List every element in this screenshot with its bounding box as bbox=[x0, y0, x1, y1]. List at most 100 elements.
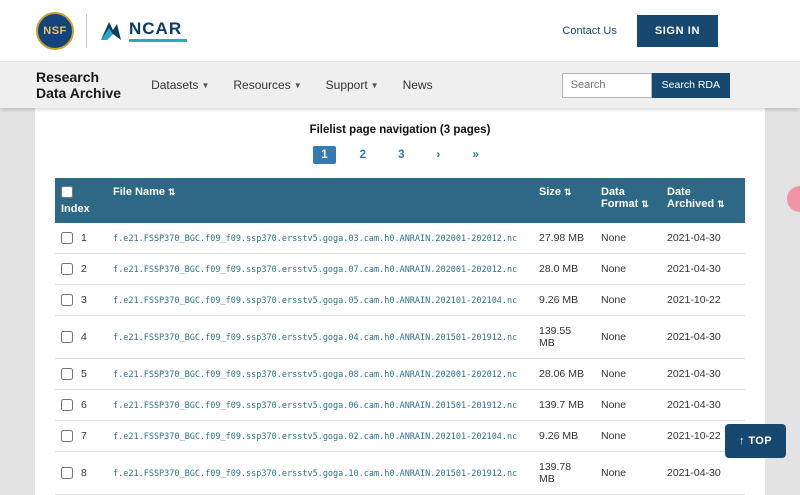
row-checkbox[interactable] bbox=[61, 399, 73, 411]
row-index: 8 bbox=[81, 467, 87, 479]
index-cell: 6 bbox=[55, 390, 107, 421]
table-row: 3 f.e21.FSSP370_BGC.f09_f09.ssp370.ersst… bbox=[55, 285, 745, 316]
row-checkbox[interactable] bbox=[61, 263, 73, 275]
table-row: 1 f.e21.FSSP370_BGC.f09_f09.ssp370.ersst… bbox=[55, 223, 745, 254]
ncar-logo-label: NCAR bbox=[129, 20, 187, 37]
file-link[interactable]: f.e21.FSSP370_BGC.f09_f09.ssp370.ersstv5… bbox=[113, 469, 517, 479]
back-to-top-button[interactable]: ↑ TOP bbox=[725, 424, 786, 458]
file-name-cell: f.e21.FSSP370_BGC.f09_f09.ssp370.ersstv5… bbox=[107, 390, 533, 421]
file-name-cell: f.e21.FSSP370_BGC.f09_f09.ssp370.ersstv5… bbox=[107, 421, 533, 452]
row-index: 1 bbox=[81, 232, 87, 244]
header-data-format[interactable]: Data Format⇅ bbox=[595, 178, 661, 223]
row-checkbox[interactable] bbox=[61, 294, 73, 306]
size-cell: 28.0 MB bbox=[533, 254, 595, 285]
file-link[interactable]: f.e21.FSSP370_BGC.f09_f09.ssp370.ersstv5… bbox=[113, 432, 517, 442]
row-index: 2 bbox=[81, 263, 87, 275]
sign-in-button[interactable]: SIGN IN bbox=[637, 15, 718, 47]
row-checkbox[interactable] bbox=[61, 331, 73, 343]
main-navbar: Research Data Archive Datasets▼ Resource… bbox=[0, 62, 800, 108]
search-input[interactable] bbox=[562, 73, 652, 98]
file-link[interactable]: f.e21.FSSP370_BGC.f09_f09.ssp370.ersstv5… bbox=[113, 265, 517, 275]
filelist-card: Filelist page navigation (3 pages) 1 2 3… bbox=[35, 108, 765, 495]
nav-item-datasets[interactable]: Datasets▼ bbox=[151, 78, 209, 92]
nsf-logo-label: NSF bbox=[43, 25, 67, 37]
index-cell: 4 bbox=[55, 316, 107, 359]
date-cell: 2021-04-30 bbox=[661, 316, 745, 359]
size-cell: 9.26 MB bbox=[533, 421, 595, 452]
ncar-logo: NCAR bbox=[99, 20, 187, 42]
size-cell: 139.78 MB bbox=[533, 452, 595, 495]
size-cell: 139.55 MB bbox=[533, 316, 595, 359]
format-cell: None bbox=[595, 223, 661, 254]
file-name-cell: f.e21.FSSP370_BGC.f09_f09.ssp370.ersstv5… bbox=[107, 285, 533, 316]
page-button-2[interactable]: 2 bbox=[352, 146, 374, 164]
row-index: 3 bbox=[81, 294, 87, 306]
contact-us-link[interactable]: Contact Us bbox=[562, 25, 616, 37]
table-row: 2 f.e21.FSSP370_BGC.f09_f09.ssp370.ersst… bbox=[55, 254, 745, 285]
file-name-cell: f.e21.FSSP370_BGC.f09_f09.ssp370.ersstv5… bbox=[107, 254, 533, 285]
row-checkbox[interactable] bbox=[61, 368, 73, 380]
file-name-cell: f.e21.FSSP370_BGC.f09_f09.ssp370.ersstv5… bbox=[107, 359, 533, 390]
search-rda-button[interactable]: Search RDA bbox=[652, 73, 730, 98]
chevron-down-icon: ▼ bbox=[201, 81, 209, 90]
index-cell: 1 bbox=[55, 223, 107, 254]
header-date-archived[interactable]: Date Archived⇅ bbox=[661, 178, 745, 223]
header-file-name[interactable]: File Name⇅ bbox=[107, 178, 533, 223]
top-header: NSF NCAR Contact Us SIGN IN bbox=[0, 0, 800, 62]
table-row: 8 f.e21.FSSP370_BGC.f09_f09.ssp370.ersst… bbox=[55, 452, 745, 495]
ncar-swoosh-icon bbox=[99, 20, 123, 42]
page-button-3[interactable]: 3 bbox=[390, 146, 412, 164]
row-index: 4 bbox=[81, 331, 87, 343]
site-title-line2: Data Archive bbox=[36, 85, 121, 101]
sort-icon[interactable]: ⇅ bbox=[717, 199, 725, 209]
size-cell: 27.98 MB bbox=[533, 223, 595, 254]
pagination: 1 2 3 › » bbox=[55, 146, 745, 164]
nav-item-resources[interactable]: Resources▼ bbox=[233, 78, 301, 92]
main-content: Filelist page navigation (3 pages) 1 2 3… bbox=[0, 108, 800, 495]
index-cell: 8 bbox=[55, 452, 107, 495]
row-checkbox[interactable] bbox=[61, 430, 73, 442]
format-cell: None bbox=[595, 390, 661, 421]
row-checkbox[interactable] bbox=[61, 232, 73, 244]
sort-icon[interactable]: ⇅ bbox=[564, 187, 572, 197]
file-name-cell: f.e21.FSSP370_BGC.f09_f09.ssp370.ersstv5… bbox=[107, 316, 533, 359]
site-title[interactable]: Research Data Archive bbox=[36, 69, 121, 101]
format-cell: None bbox=[595, 316, 661, 359]
select-all-checkbox[interactable] bbox=[61, 186, 73, 198]
file-link[interactable]: f.e21.FSSP370_BGC.f09_f09.ssp370.ersstv5… bbox=[113, 370, 517, 380]
file-link[interactable]: f.e21.FSSP370_BGC.f09_f09.ssp370.ersstv5… bbox=[113, 296, 517, 306]
file-link[interactable]: f.e21.FSSP370_BGC.f09_f09.ssp370.ersstv5… bbox=[113, 401, 517, 411]
format-cell: None bbox=[595, 452, 661, 495]
sort-icon[interactable]: ⇅ bbox=[641, 199, 649, 209]
date-cell: 2021-04-30 bbox=[661, 359, 745, 390]
file-link[interactable]: f.e21.FSSP370_BGC.f09_f09.ssp370.ersstv5… bbox=[113, 234, 517, 244]
site-title-line1: Research bbox=[36, 69, 121, 85]
nav-item-support[interactable]: Support▼ bbox=[326, 78, 379, 92]
table-row: 5 f.e21.FSSP370_BGC.f09_f09.ssp370.ersst… bbox=[55, 359, 745, 390]
page-last-button[interactable]: » bbox=[464, 146, 486, 164]
chevron-down-icon: ▼ bbox=[294, 81, 302, 90]
nav-item-news[interactable]: News bbox=[403, 78, 433, 92]
row-index: 5 bbox=[81, 368, 87, 380]
size-cell: 28.06 MB bbox=[533, 359, 595, 390]
table-row: 6 f.e21.FSSP370_BGC.f09_f09.ssp370.ersst… bbox=[55, 390, 745, 421]
size-cell: 9.26 MB bbox=[533, 285, 595, 316]
table-row: 7 f.e21.FSSP370_BGC.f09_f09.ssp370.ersst… bbox=[55, 421, 745, 452]
row-checkbox[interactable] bbox=[61, 467, 73, 479]
header-index: Index bbox=[55, 178, 107, 223]
page-next-button[interactable]: › bbox=[428, 146, 448, 164]
filelist-table: Index File Name⇅ Size⇅ Data Format⇅ Date… bbox=[55, 178, 745, 495]
format-cell: None bbox=[595, 254, 661, 285]
index-cell: 2 bbox=[55, 254, 107, 285]
page-button-1[interactable]: 1 bbox=[313, 146, 335, 164]
sort-icon[interactable]: ⇅ bbox=[168, 187, 176, 197]
file-link[interactable]: f.e21.FSSP370_BGC.f09_f09.ssp370.ersstv5… bbox=[113, 333, 517, 343]
header-size[interactable]: Size⇅ bbox=[533, 178, 595, 223]
format-cell: None bbox=[595, 421, 661, 452]
index-cell: 5 bbox=[55, 359, 107, 390]
date-cell: 2021-04-30 bbox=[661, 390, 745, 421]
header-index-label: Index bbox=[61, 203, 90, 215]
index-cell: 3 bbox=[55, 285, 107, 316]
pagination-title: Filelist page navigation (3 pages) bbox=[55, 124, 745, 136]
logo-group: NSF NCAR bbox=[36, 12, 187, 50]
